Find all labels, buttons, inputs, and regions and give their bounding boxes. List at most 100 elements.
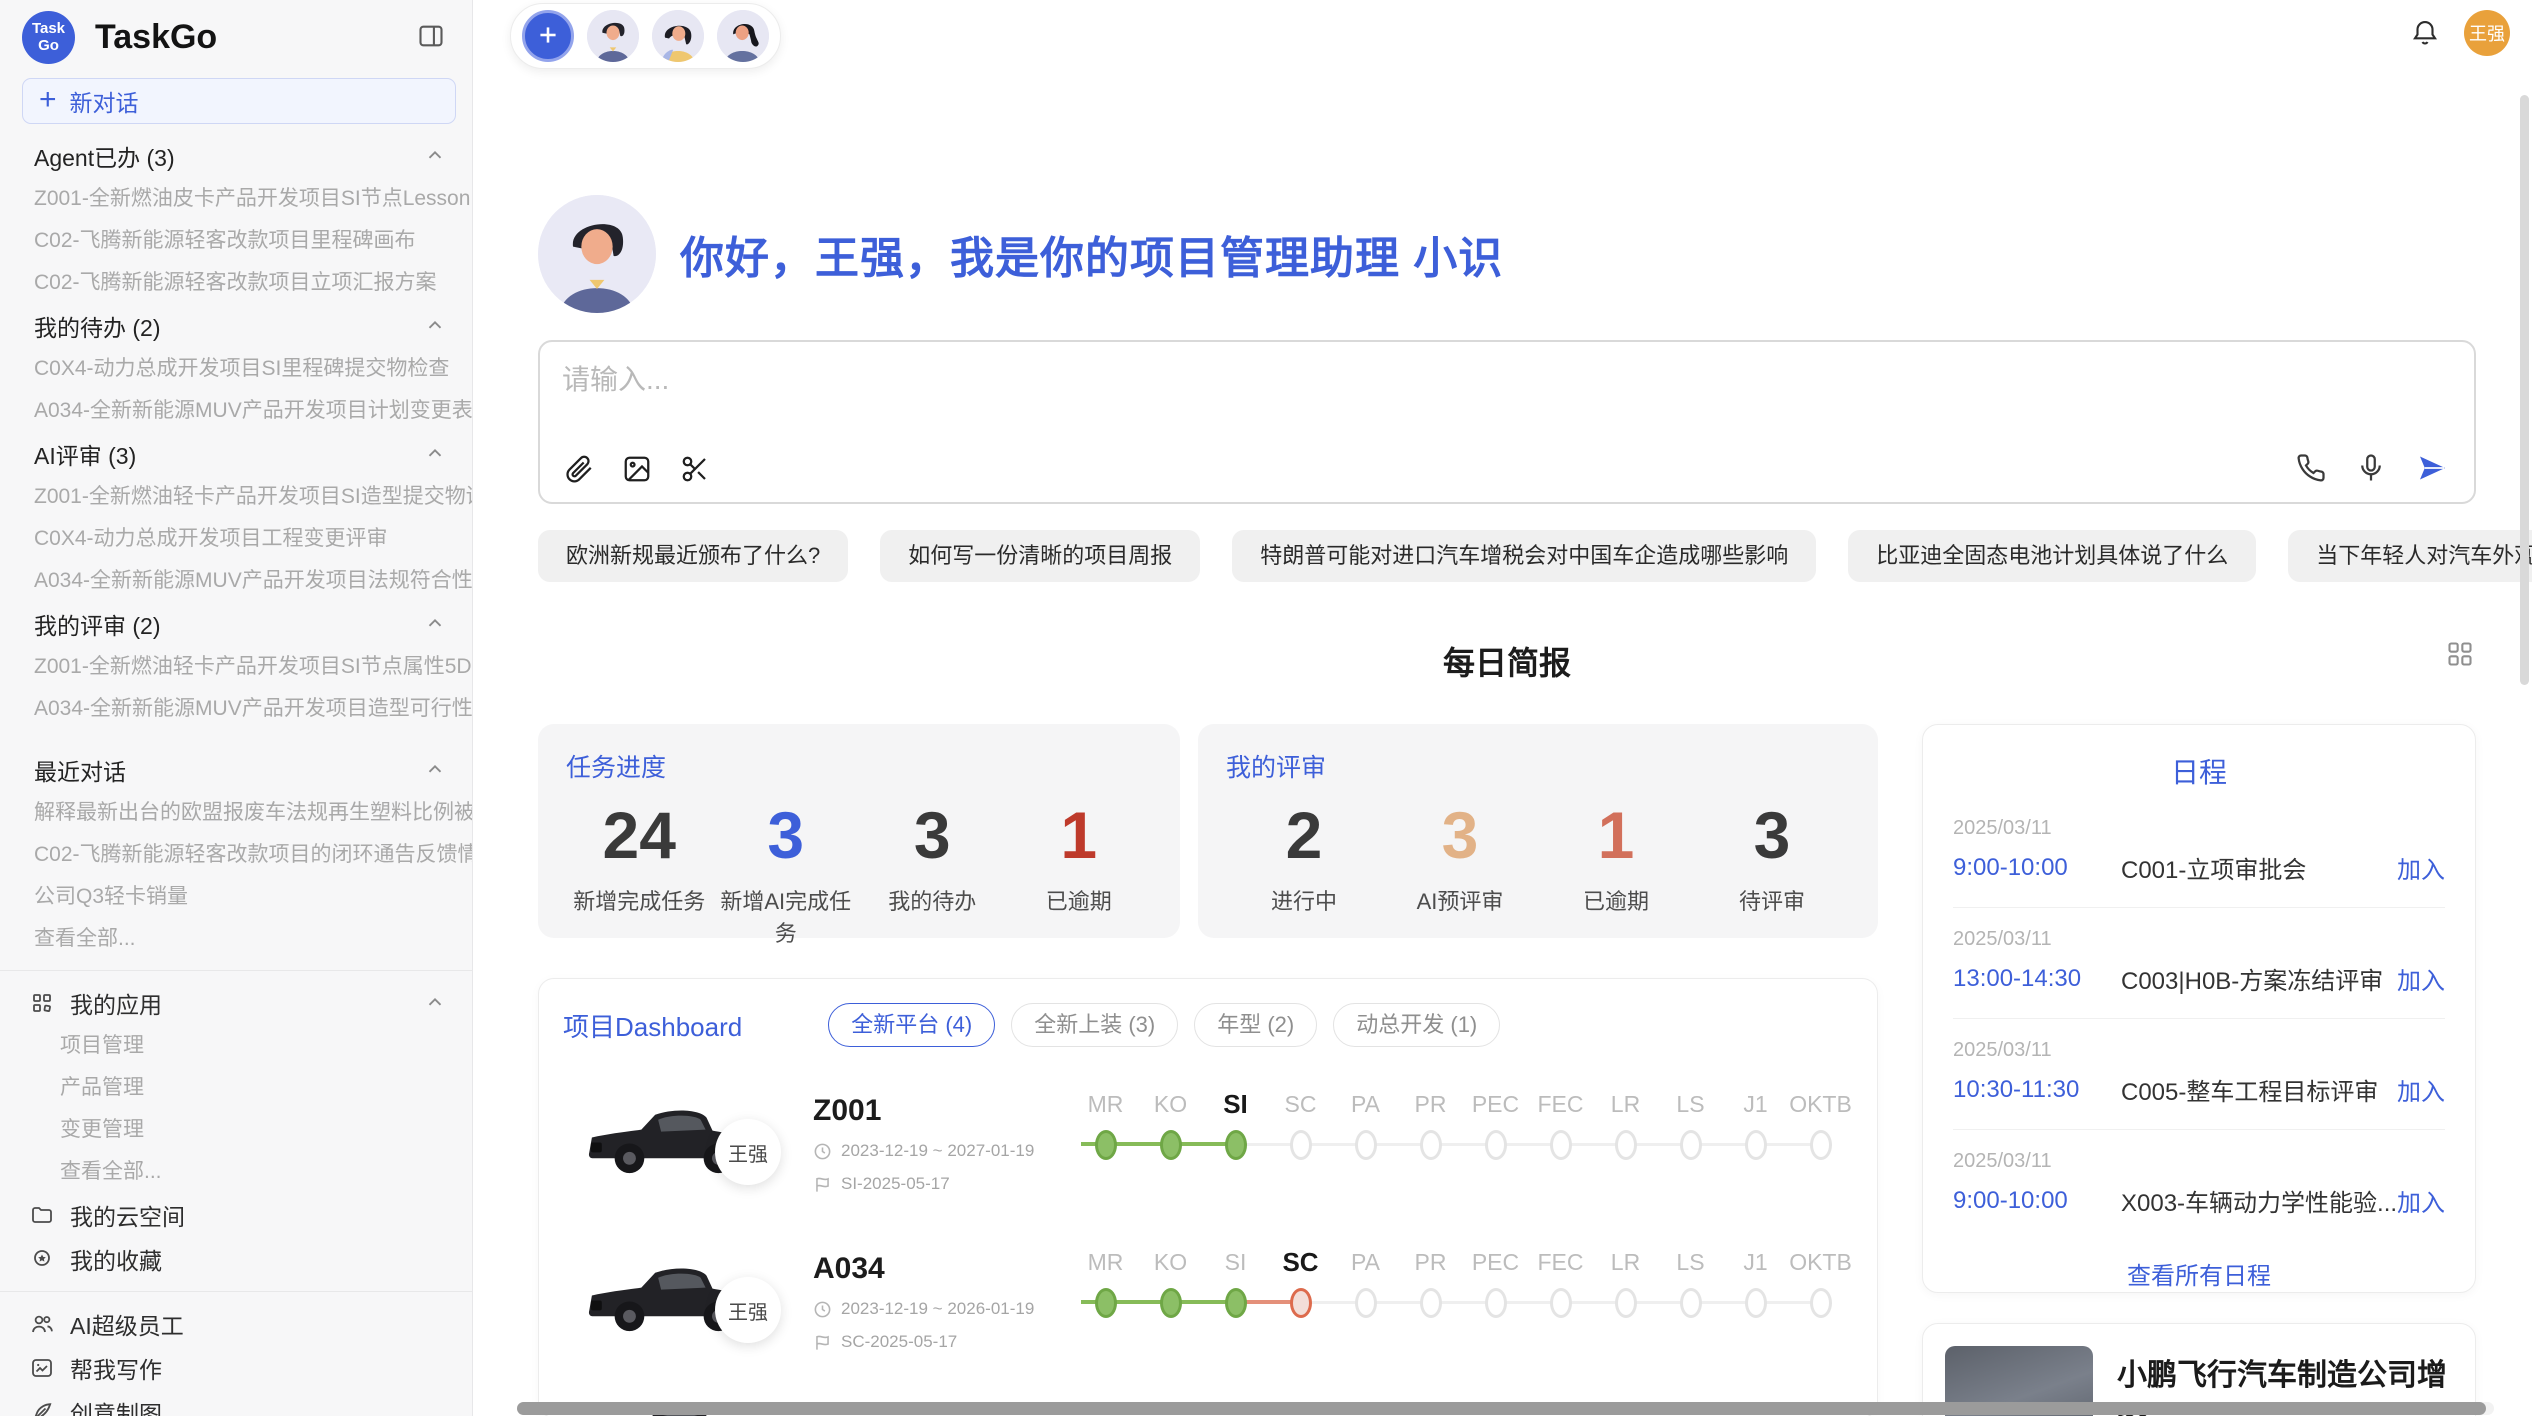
sidebar-item[interactable]: C02-飞腾新能源轻客改款项目的闭环通告反馈情况 xyxy=(0,834,472,876)
join-meeting-link[interactable]: 加入 xyxy=(2397,961,2445,996)
flag-icon xyxy=(813,1333,832,1352)
join-meeting-link[interactable]: 加入 xyxy=(2397,1072,2445,1107)
milestone: J1 xyxy=(1723,1242,1788,1318)
agent-avatar[interactable] xyxy=(717,10,769,62)
add-agent-button[interactable] xyxy=(522,10,574,62)
join-meeting-link[interactable]: 加入 xyxy=(2397,850,2445,885)
milestone: SC xyxy=(1268,1084,1333,1160)
sidebar: Task Go TaskGo + 新对话 Agent已办 (3)Z001-全新燃… xyxy=(0,0,473,1416)
stat-item: 3AI预评审 xyxy=(1382,796,1538,916)
sidebar-item-favorites[interactable]: 我的收藏 xyxy=(0,1237,472,1281)
agent-avatar[interactable] xyxy=(587,10,639,62)
sidebar-item-creative-draw[interactable]: 创意制图 xyxy=(0,1390,472,1416)
suggestion-chip[interactable]: 特朗普可能对进口汽车增税会对中国车企造成哪些影响 xyxy=(1232,530,1816,582)
vertical-scrollbar-thumb[interactable] xyxy=(2520,95,2529,685)
view-all-schedule-link[interactable]: 查看所有日程 xyxy=(1953,1256,2445,1291)
milestone: FEC xyxy=(1528,1242,1593,1318)
sidebar-group-header[interactable]: 我的评审 (2) xyxy=(0,602,472,646)
suggestion-chip[interactable]: 如何写一份清晰的项目周报 xyxy=(880,530,1200,582)
new-chat-button[interactable]: + 新对话 xyxy=(22,78,456,124)
dashboard-filter-chip[interactable]: 全新平台 (4) xyxy=(828,1003,995,1047)
app-title: TaskGo xyxy=(95,18,416,57)
sidebar-item-ai-employee[interactable]: AI超级员工 xyxy=(0,1302,472,1346)
sidebar-item[interactable]: C02-飞腾新能源轻客改款项目里程碑画布 xyxy=(0,220,472,262)
stats-row: 任务进度 24新增完成任务3新增AI完成任务3我的待办1已逾期 我的评审 2进行… xyxy=(538,724,1878,938)
sidebar-item[interactable]: A034-全新新能源MUV产品开发项目造型可行性评审 xyxy=(0,688,472,730)
apps-grid-icon xyxy=(30,991,54,1015)
clock-icon xyxy=(813,1300,832,1319)
sidebar-item[interactable]: 解释最新出台的欧盟报废车法规再生塑料比例被调至15%... xyxy=(0,792,472,834)
briefing-columns: 任务进度 24新增完成任务3新增AI完成任务3我的待办1已逾期 我的评审 2进行… xyxy=(538,724,2476,1416)
sidebar-collapse-button[interactable] xyxy=(416,22,446,53)
microphone-button[interactable] xyxy=(2356,453,2386,486)
sidebar-item[interactable]: 查看全部... xyxy=(0,918,472,960)
chevron-up-icon xyxy=(424,992,446,1014)
project-owner-badge: 王强 xyxy=(715,1119,781,1185)
event-row: 13:00-14:30C003|H0B-方案冻结评审加入 xyxy=(1953,961,2445,996)
milestone-label: FEC xyxy=(1528,1242,1593,1282)
sidebar-group-header[interactable]: 最近对话 xyxy=(0,748,472,792)
voice-call-button[interactable] xyxy=(2296,453,2326,486)
milestone: PEC xyxy=(1463,1084,1528,1160)
schedule-event: 2025/03/119:00-10:00C001-立项审批会加入 xyxy=(1953,817,2445,908)
sidebar-item[interactable]: A034-全新新能源MUV产品开发项目计划变更表编写 xyxy=(0,390,472,432)
sidebar-item[interactable]: Z001-全新燃油皮卡产品开发项目SI节点Lesson Learn报告 xyxy=(0,178,472,220)
milestone: OKTB xyxy=(1788,1084,1853,1160)
sidebar-group-header[interactable]: Agent已办 (3) xyxy=(0,134,472,178)
sidebar-group-header[interactable]: AI评审 (3) xyxy=(0,432,472,476)
project-row[interactable]: 王强 A034 2023-12-19 ~ 2026-01-19 xyxy=(563,1227,1853,1377)
sidebar-item-help-write[interactable]: 帮我写作 xyxy=(0,1346,472,1390)
milestone-node xyxy=(1290,1130,1312,1160)
app-logo-line2: Go xyxy=(38,37,59,54)
sidebar-app-item[interactable]: 查看全部... xyxy=(0,1151,472,1193)
sidebar-item[interactable]: Z001-全新燃油轻卡产品开发项目SI造型提交物评审 xyxy=(0,476,472,518)
suggestion-chip[interactable]: 欧洲新规最近颁布了什么? xyxy=(538,530,848,582)
event-row: 10:30-11:30C005-整车工程目标评审加入 xyxy=(1953,1072,2445,1107)
sidebar-item[interactable]: Z001-全新燃油轻卡产品开发项目SI节点属性5D文件评审 xyxy=(0,646,472,688)
notifications-button[interactable] xyxy=(2410,17,2440,50)
milestone-label: PA xyxy=(1333,1242,1398,1282)
chat-input[interactable] xyxy=(562,358,2452,416)
project-row[interactable]: 王强 Z001 2023-12-19 ~ 2027-01-19 xyxy=(563,1069,1853,1219)
horizontal-scrollbar-thumb[interactable] xyxy=(517,1402,2486,1415)
dashboard-filter-chip[interactable]: 全新上装 (3) xyxy=(1011,1003,1178,1047)
sidebar-item[interactable]: A034-全新新能源MUV产品开发项目法规符合性评审 xyxy=(0,560,472,602)
insert-image-button[interactable] xyxy=(622,454,652,487)
sidebar-item-cloud-space[interactable]: 我的云空间 xyxy=(0,1193,472,1237)
milestone: PEC xyxy=(1463,1242,1528,1318)
milestone: FEC xyxy=(1528,1084,1593,1160)
dashboard-filter-chip[interactable]: 动总开发 (1) xyxy=(1333,1003,1500,1047)
join-meeting-link[interactable]: 加入 xyxy=(2397,1183,2445,1218)
sidebar-divider xyxy=(0,970,472,971)
stat-item: 2进行中 xyxy=(1226,796,1382,916)
schedule-events: 2025/03/119:00-10:00C001-立项审批会加入2025/03/… xyxy=(1953,817,2445,1240)
schedule-event: 2025/03/1113:00-14:30C003|H0B-方案冻结评审加入 xyxy=(1953,928,2445,1019)
snippet-button[interactable] xyxy=(680,454,710,487)
event-row: 9:00-10:00C001-立项审批会加入 xyxy=(1953,850,2445,885)
user-avatar[interactable]: 王强 xyxy=(2464,10,2510,56)
agent-avatar[interactable] xyxy=(652,10,704,62)
project-flag: SI-2025-05-17 xyxy=(841,1174,950,1194)
stat-value: 3 xyxy=(1694,796,1850,874)
project-flag-row: SI-2025-05-17 xyxy=(813,1174,1073,1194)
sidebar-item[interactable]: 公司Q3轻卡销量 xyxy=(0,876,472,918)
sidebar-item[interactable]: C0X4-动力总成开发项目工程变更评审 xyxy=(0,518,472,560)
sidebar-app-item[interactable]: 项目管理 xyxy=(0,1025,472,1067)
suggestion-chip[interactable]: 比亚迪全固态电池计划具体说了什么 xyxy=(1848,530,2256,582)
sidebar-app-item[interactable]: 产品管理 xyxy=(0,1067,472,1109)
project-info: A034 2023-12-19 ~ 2026-01-19 SC-2025-05-… xyxy=(813,1252,1073,1352)
dashboard-filter-chip[interactable]: 年型 (2) xyxy=(1194,1003,1317,1047)
milestone-label: J1 xyxy=(1723,1084,1788,1124)
suggestion-chip[interactable]: 当下年轻人对汽车外观有怎样的喜好趋势 xyxy=(2288,530,2532,582)
sidebar-item-my-apps[interactable]: 我的应用 xyxy=(0,981,472,1025)
attach-file-button[interactable] xyxy=(564,454,594,487)
sidebar-group-header[interactable]: 我的待办 (2) xyxy=(0,304,472,348)
sidebar-item[interactable]: C0X4-动力总成开发项目SI里程碑提交物检查 xyxy=(0,348,472,390)
layout-toggle-button[interactable] xyxy=(2446,640,2474,671)
event-date: 2025/03/11 xyxy=(1953,1039,2445,1062)
send-button[interactable] xyxy=(2416,452,2448,487)
task-progress-card: 任务进度 24新增完成任务3新增AI完成任务3我的待办1已逾期 xyxy=(538,724,1180,938)
milestone-node xyxy=(1485,1288,1507,1318)
sidebar-item[interactable]: C02-飞腾新能源轻客改款项目立项汇报方案 xyxy=(0,262,472,304)
sidebar-app-item[interactable]: 变更管理 xyxy=(0,1109,472,1151)
